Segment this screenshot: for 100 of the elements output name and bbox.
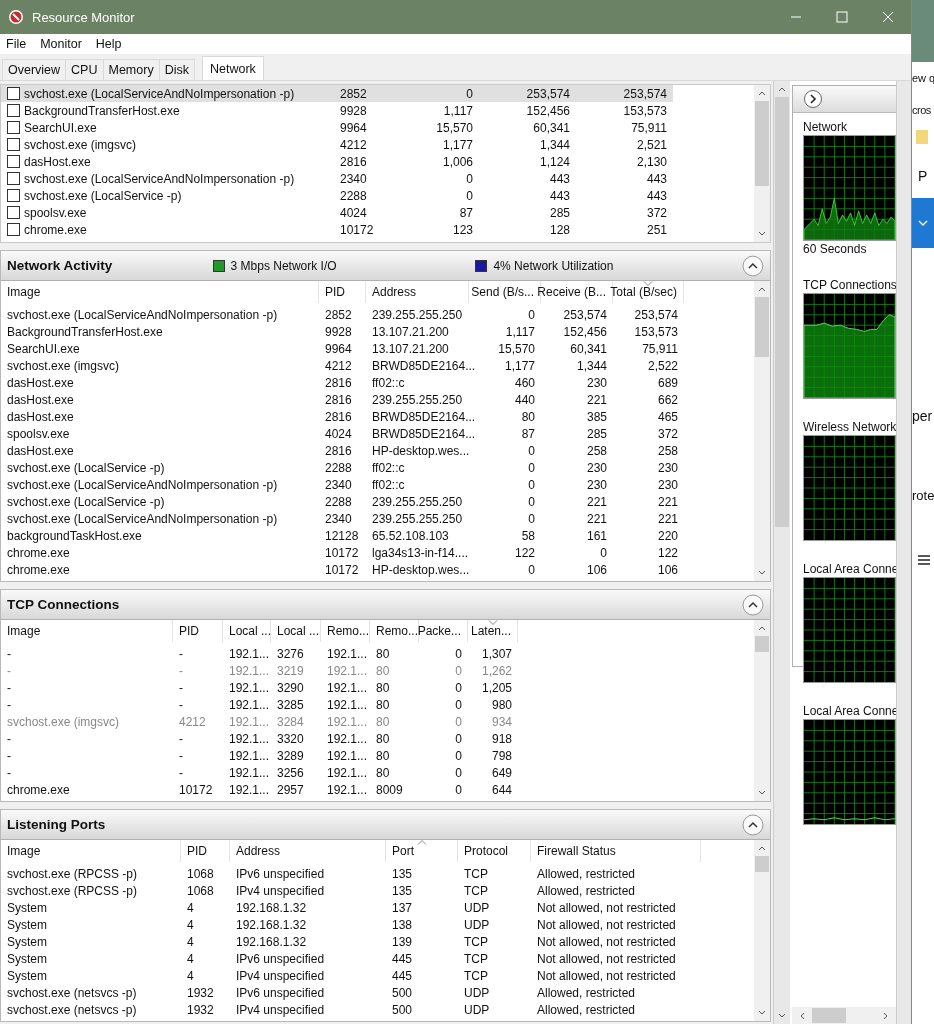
collapse-icon[interactable] <box>742 813 764 836</box>
column-header[interactable]: Local ... <box>223 620 271 642</box>
column-header[interactable]: Firewall Status <box>531 840 701 862</box>
tab[interactable]: Disk <box>158 59 195 80</box>
column-header[interactable]: PID <box>181 840 230 862</box>
scrollbar[interactable] <box>792 1007 896 1024</box>
table-cell: ff02::c <box>372 460 405 475</box>
column-header[interactable]: Local ... <box>271 620 321 642</box>
menu-icon[interactable] <box>917 554 931 566</box>
table-cell: 15,570 <box>436 120 473 135</box>
scrollbar[interactable] <box>896 81 911 1024</box>
checkbox[interactable] <box>7 155 20 168</box>
scroll-up-icon[interactable] <box>757 285 767 293</box>
scrollbar-thumb[interactable] <box>775 97 789 527</box>
section-header[interactable]: Listening Ports <box>1 810 770 840</box>
table-cell: 2288 <box>325 494 352 509</box>
collapse-icon[interactable] <box>742 254 764 277</box>
process-row[interactable]: svchost.exe (imgsvc) 4212 1,177 1,344 2,521 <box>1 136 754 153</box>
column-header[interactable]: Image <box>1 281 319 303</box>
scroll-up-icon[interactable] <box>757 624 767 632</box>
column-header[interactable]: Address <box>230 840 386 862</box>
table-cell: 4 <box>187 900 194 915</box>
checkbox[interactable] <box>7 206 20 219</box>
table-cell: 253,574 <box>526 86 570 101</box>
process-row[interactable]: BackgroundTransferHost.exe 9928 1,117 152,456 153,573 <box>1 102 754 119</box>
table-cell: 161 <box>586 528 607 543</box>
process-row[interactable]: svchost.exe (LocalServiceAndNoImpersonation -p) 2852 0 253,574 253,574 <box>1 85 673 102</box>
process-row[interactable]: svchost.exe (LocalServiceAndNoImpersonation -p) 2340 0 443 443 <box>1 170 754 187</box>
column-header[interactable]: Image <box>1 840 181 862</box>
column-header[interactable]: Remo... <box>321 620 370 642</box>
scrollbar[interactable] <box>754 620 770 801</box>
section-header[interactable]: Network Activity 3 Mbps Network I/O 4% Network Utilization <box>1 251 770 281</box>
scroll-down-icon[interactable] <box>757 230 767 238</box>
scrollbar[interactable] <box>773 81 790 1024</box>
table-cell: 239.255.255.250 <box>372 307 463 322</box>
table-cell: 192.1... <box>327 680 368 695</box>
checkbox[interactable] <box>7 104 20 117</box>
column-header[interactable]: Laten... <box>468 620 518 642</box>
tab[interactable]: Memory <box>102 59 160 80</box>
scrollbar-thumb[interactable] <box>812 1008 846 1023</box>
scroll-down-icon[interactable] <box>757 569 767 577</box>
table-cell: 65.52.108.103 <box>372 528 449 543</box>
menu-item[interactable]: File <box>6 37 27 51</box>
process-row[interactable]: spoolsv.exe 4024 87 285 372 <box>1 204 754 221</box>
column-header[interactable]: PID <box>173 620 223 642</box>
table-cell: 465 <box>657 409 678 424</box>
checkbox[interactable] <box>7 223 20 236</box>
checkbox[interactable] <box>7 138 20 151</box>
checkbox[interactable] <box>7 87 20 100</box>
column-header[interactable]: Remo... <box>370 620 419 642</box>
process-row[interactable]: dasHost.exe 2816 1,006 1,124 2,130 <box>1 153 754 170</box>
scroll-left-icon[interactable] <box>798 1010 806 1021</box>
table-cell: 0 <box>466 86 473 101</box>
process-row[interactable]: SearchUI.exe 9964 15,570 60,341 75,911 <box>1 119 754 136</box>
table-cell: 221 <box>586 494 607 509</box>
table-cell: 192.1... <box>327 731 368 746</box>
tab[interactable]: Overview <box>2 59 67 80</box>
scrollbar[interactable] <box>754 85 770 242</box>
table-cell: 135 <box>392 883 413 898</box>
column-header[interactable]: Packe... <box>419 620 468 642</box>
table-cell: 80 <box>376 731 390 746</box>
scrollbar-thumb[interactable] <box>755 297 769 357</box>
scrollbar-thumb[interactable] <box>755 636 769 652</box>
column-header[interactable]: Protocol <box>458 840 531 862</box>
table-cell: dasHost.exe <box>7 409 74 424</box>
scrollbar[interactable] <box>754 840 770 1021</box>
scrollbar-thumb[interactable] <box>755 101 769 186</box>
collapse-icon[interactable] <box>742 593 764 616</box>
table-cell: svchost.exe (LocalServiceAndNoImpersonation -p) <box>7 477 278 492</box>
column-header[interactable]: Image <box>1 620 173 642</box>
table-cell: - <box>179 680 183 695</box>
table-cell: 4 <box>187 917 194 932</box>
checkbox[interactable] <box>7 189 20 202</box>
partial-text: ew q <box>912 72 934 86</box>
scrollbar-thumb[interactable] <box>755 856 769 872</box>
scroll-down-icon[interactable] <box>757 789 767 797</box>
tab[interactable]: Network <box>201 56 264 80</box>
scroll-right-icon[interactable] <box>882 1010 890 1021</box>
table-cell: TCP <box>464 866 488 881</box>
column-header[interactable]: PID <box>319 281 366 303</box>
column-header[interactable]: Address <box>366 281 469 303</box>
table-cell: 80 <box>376 680 390 695</box>
table-cell: 239.255.255.250 <box>372 494 463 509</box>
table-cell: 192.1... <box>327 765 368 780</box>
table-cell: dasHost.exe <box>7 392 74 407</box>
checkbox[interactable] <box>7 172 20 185</box>
column-header[interactable]: Port <box>386 840 458 862</box>
table-cell: 10172 <box>179 782 213 797</box>
table-cell: BackgroundTransferHost.exe <box>7 324 163 339</box>
table-cell: 0 <box>528 511 535 526</box>
checkbox[interactable] <box>7 121 20 134</box>
process-row[interactable]: chrome.exe 10172 123 128 251 <box>1 221 754 238</box>
process-row[interactable]: svchost.exe (LocalService -p) 2288 0 443 443 <box>1 187 754 204</box>
scrollbar[interactable] <box>754 281 770 581</box>
scroll-up-icon[interactable] <box>757 844 767 852</box>
table-cell: Not allowed, not restricted <box>537 900 676 915</box>
menu-item[interactable]: Monitor <box>40 37 82 51</box>
menu-item[interactable]: Help <box>95 37 122 51</box>
table-cell: 0 <box>528 443 535 458</box>
section-header[interactable]: TCP Connections <box>1 590 770 620</box>
